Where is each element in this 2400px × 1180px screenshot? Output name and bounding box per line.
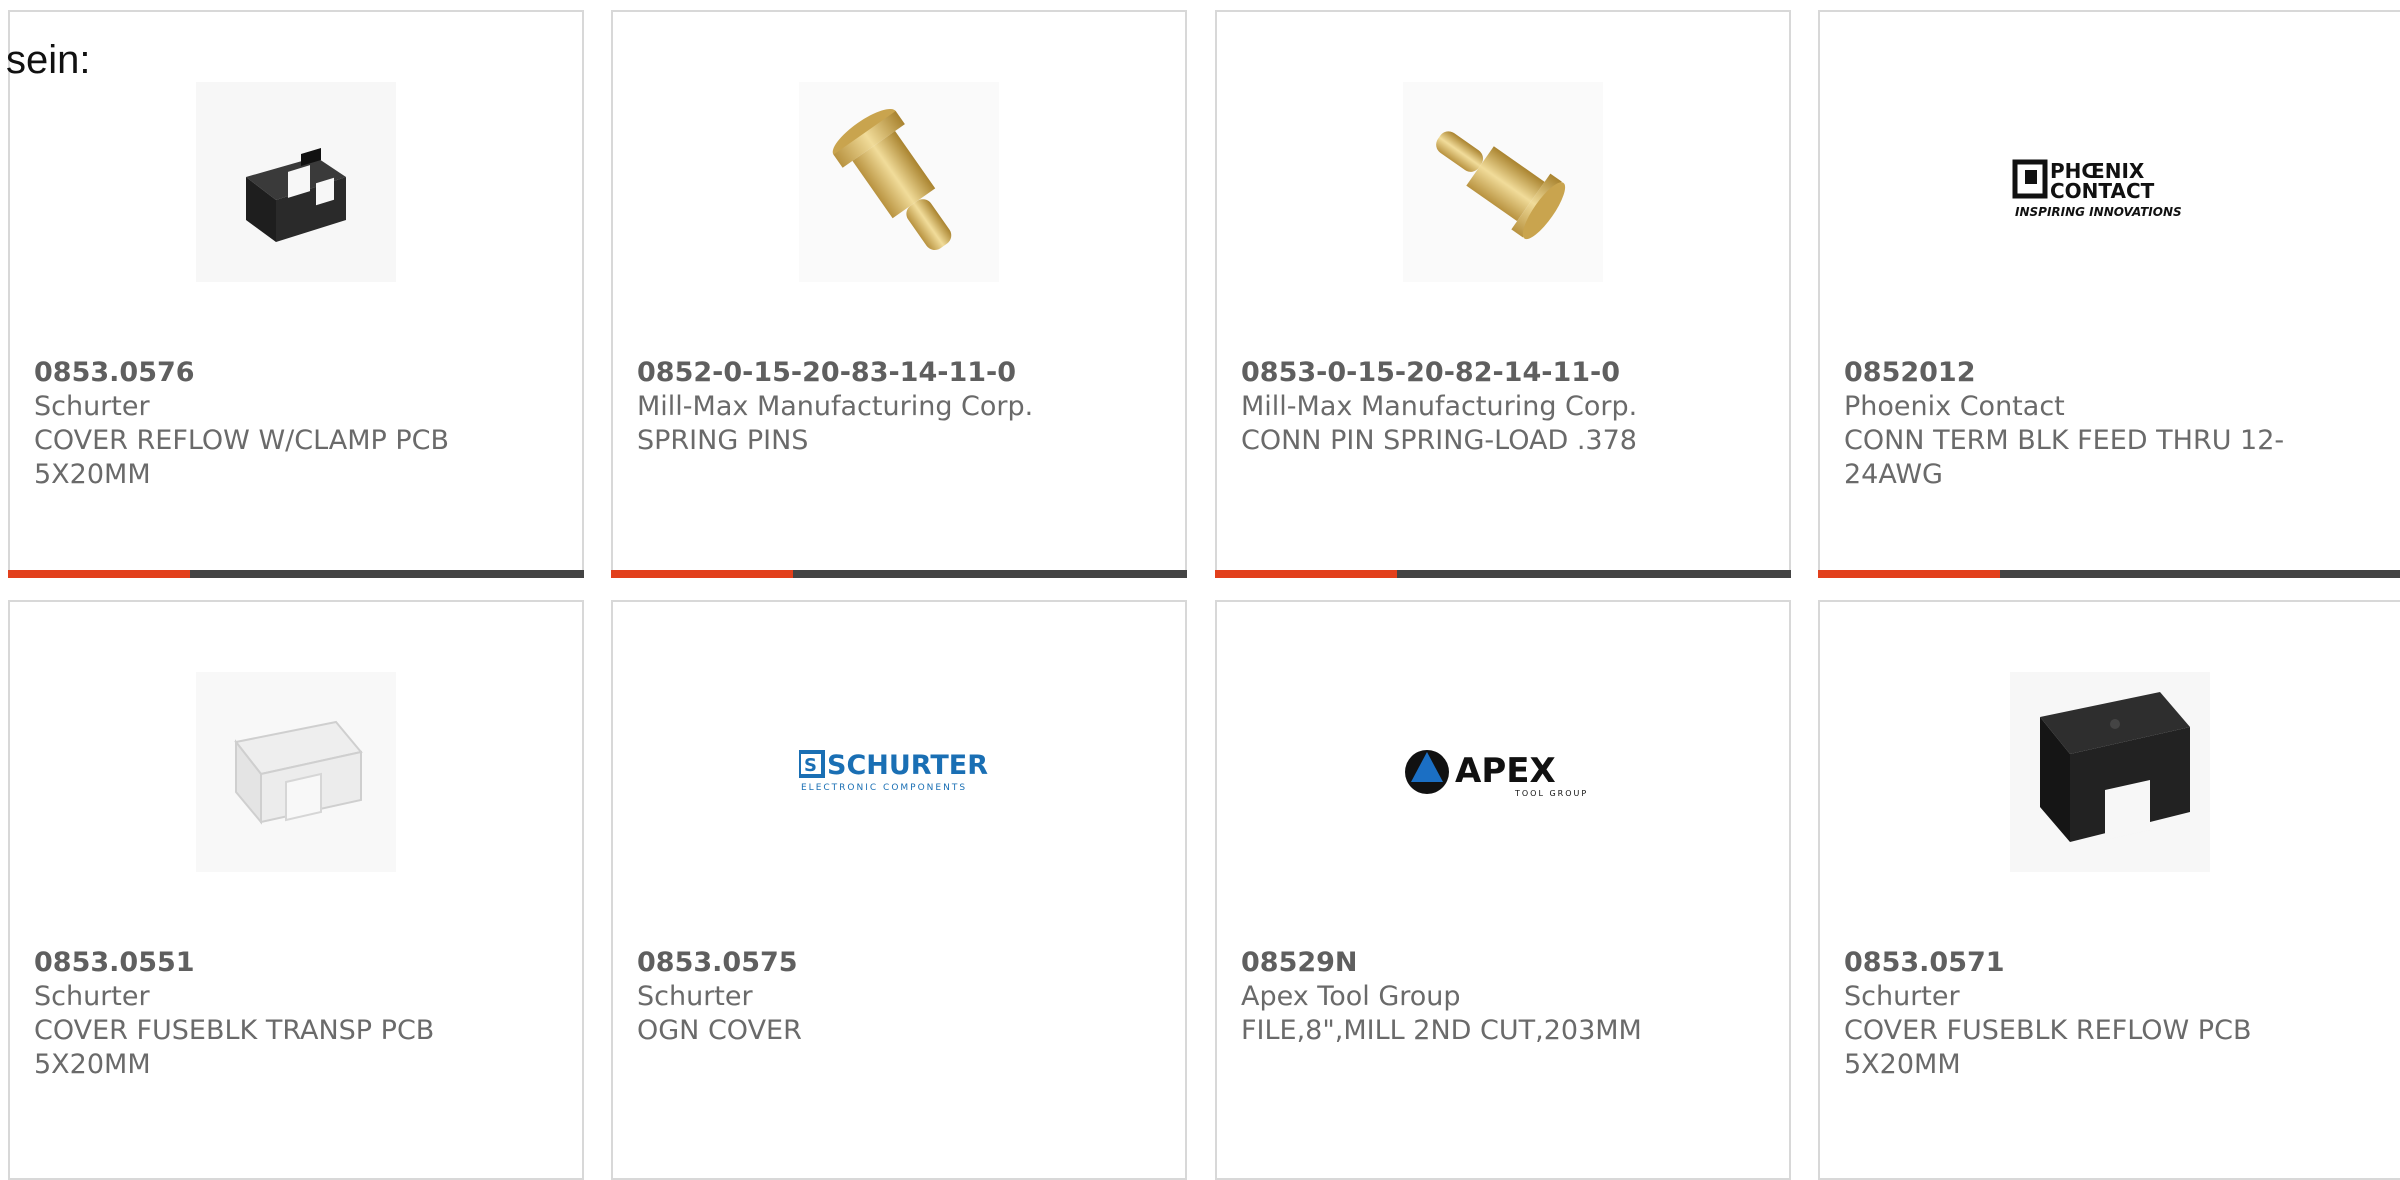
product-image-spring-pin [799, 82, 999, 282]
card-footer-accent [1215, 570, 1397, 578]
description: COVER REFLOW W/CLAMP PCB 5X20MM [34, 425, 450, 490]
product-card[interactable]: 0853.0571 Schurter COVER FUSEBLK REFLOW … [1818, 600, 2400, 1180]
manufacturer: Mill-Max Manufacturing Corp. [637, 391, 1034, 422]
logo-text: SCHURTER [827, 750, 988, 781]
logo-tagline: INSPIRING INNOVATIONS [2015, 205, 2182, 219]
product-card[interactable]: 0853.0551 Schurter COVER FUSEBLK TRANSP … [8, 600, 584, 1180]
description: COVER FUSEBLK REFLOW PCB 5X20MM [1844, 1015, 2252, 1080]
description: CONN TERM BLK FEED THRU 12-24AWG [1844, 425, 2285, 490]
part-number[interactable]: 0853.0575 [637, 946, 1161, 980]
manufacturer: Apex Tool Group [1241, 981, 1461, 1012]
description: FILE,8",MILL 2ND CUT,203MM [1241, 1015, 1642, 1046]
product-card[interactable]: S SCHURTER ELECTRONIC COMPONENTS 0853.05… [611, 600, 1187, 1180]
product-card[interactable]: 0852-0-15-20-83-14-11-0 Mill-Max Manufac… [611, 10, 1187, 578]
product-image-spring-pin [1403, 82, 1603, 282]
product-card[interactable]: 0853.0576 Schurter COVER REFLOW W/CLAMP … [8, 10, 584, 578]
description: SPRING PINS [637, 425, 809, 456]
part-number[interactable]: 08529N [1241, 946, 1765, 980]
manufacturer: Phoenix Contact [1844, 391, 2065, 422]
svg-text:S: S [804, 755, 817, 776]
card-footer-accent [611, 570, 793, 578]
logo-text: APEX [1455, 751, 1556, 791]
part-number[interactable]: 0852-0-15-20-83-14-11-0 [637, 356, 1161, 390]
manufacturer: Mill-Max Manufacturing Corp. [1241, 391, 1638, 422]
manufacturer: Schurter [637, 981, 753, 1012]
product-card[interactable]: APEX TOOL GROUP 08529N Apex Tool Group F… [1215, 600, 1791, 1180]
manufacturer: Schurter [34, 391, 150, 422]
logo-tagline: ELECTRONIC COMPONENTS [801, 783, 967, 793]
logo-tagline: TOOL GROUP [1514, 789, 1588, 798]
card-footer-bar [8, 570, 584, 578]
description: CONN PIN SPRING-LOAD .378 [1241, 425, 1637, 456]
part-number[interactable]: 0853.0576 [34, 356, 558, 390]
product-image-fuse-clamp [196, 82, 396, 282]
card-footer-accent [1818, 570, 2000, 578]
manufacturer: Schurter [1844, 981, 1960, 1012]
card-footer-accent [8, 570, 190, 578]
phoenix-contact-logo: PHŒNIX CONTACT INSPIRING INNOVATIONS [2010, 82, 2210, 282]
card-footer-bar [1215, 570, 1791, 578]
manufacturer: Schurter [34, 981, 150, 1012]
part-number[interactable]: 0852012 [1844, 356, 2376, 390]
description: COVER FUSEBLK TRANSP PCB 5X20MM [34, 1015, 435, 1080]
description: OGN COVER [637, 1015, 802, 1046]
intro-text: sein: [6, 38, 91, 82]
part-number[interactable]: 0853.0551 [34, 946, 558, 980]
logo-text: CONTACT [2050, 179, 2155, 203]
part-number[interactable]: 0853.0571 [1844, 946, 2376, 980]
product-image-transparent-cover [196, 672, 396, 872]
apex-tool-group-logo: APEX TOOL GROUP [1403, 672, 1603, 872]
part-number[interactable]: 0853-0-15-20-82-14-11-0 [1241, 356, 1765, 390]
product-image-black-cover [2010, 672, 2210, 872]
schurter-logo: S SCHURTER ELECTRONIC COMPONENTS [799, 672, 999, 872]
card-footer-bar [1818, 570, 2400, 578]
product-card[interactable]: 0853-0-15-20-82-14-11-0 Mill-Max Manufac… [1215, 10, 1791, 578]
card-footer-bar [611, 570, 1187, 578]
product-card[interactable]: PHŒNIX CONTACT INSPIRING INNOVATIONS 085… [1818, 10, 2400, 578]
